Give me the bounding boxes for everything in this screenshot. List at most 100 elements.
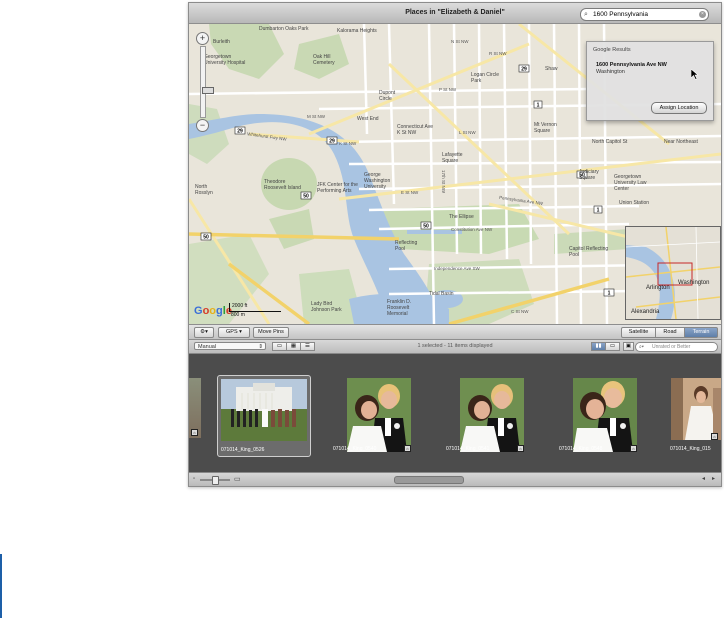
action-menu-button[interactable]: ⚙▾: [194, 327, 214, 338]
gps-label: GPS: [226, 329, 238, 335]
filmstrip-item[interactable]: 071014_King_0548 ⌂: [556, 375, 648, 455]
clear-icon[interactable]: ×: [699, 11, 706, 18]
map-label: Connecticut Ave K St NW: [397, 124, 434, 136]
map-view[interactable]: 29 29 50 50 1 50 50 29 1 1 Burleith Geor…: [189, 24, 721, 324]
zoom-large-icon: ▭: [234, 476, 241, 483]
thumbnail-size-slider[interactable]: [200, 476, 230, 485]
minimap-label: Arlington: [646, 285, 670, 291]
map-label: Union Station: [619, 200, 650, 206]
search-results-popover: Google Results 1600 Pennsylvania Ave NW …: [586, 41, 714, 121]
map-label: West End: [357, 116, 379, 122]
street-label: Independence Ave SW: [434, 266, 480, 271]
filmstrip-item[interactable]: 071014_King_015 ⌂: [667, 375, 721, 455]
zoom-slider[interactable]: [200, 46, 214, 118]
cursor-arrow-icon: [691, 69, 699, 80]
minimap-label: Alexandria: [631, 309, 660, 315]
map-label: Judiciary Square: [579, 169, 599, 181]
magnifier-icon: ⌕▾: [639, 344, 644, 350]
photo-thumbnail[interactable]: [671, 378, 721, 440]
street-label: P St NW: [439, 87, 457, 92]
result-address[interactable]: 1600 Pennsylvania Ave NW: [596, 62, 667, 68]
map-label: Mt Vernon Square: [534, 122, 557, 134]
zoom-slider-thumb[interactable]: [202, 87, 214, 94]
svg-text:50: 50: [303, 194, 309, 200]
map-toolbar: ⚙▾ GPS ▾ Move Pins Satellite Road Terrai…: [189, 324, 721, 340]
map-label: Near Northeast: [664, 139, 698, 145]
results-header: Google Results: [593, 47, 631, 53]
split-view-icon[interactable]: ▮▮: [591, 342, 606, 351]
browser-toolbar: Manual ⇕ ▭ ▦ ☰ 1 selected - 11 items disp…: [189, 340, 721, 354]
svg-text:1: 1: [597, 208, 600, 214]
map-label: Dupont Circle: [379, 90, 396, 102]
zoom-control[interactable]: + −: [196, 32, 214, 132]
svg-text:50: 50: [423, 224, 429, 230]
location-badge-icon: ⌂: [630, 445, 637, 452]
assign-location-button[interactable]: Assign Location: [651, 102, 707, 114]
photo-thumbnail[interactable]: [460, 378, 524, 452]
map-label: Lady Bird Johnson Park: [311, 301, 342, 313]
photo-name: 071014_King_0541: [446, 446, 490, 452]
slider-thumb[interactable]: [212, 476, 219, 485]
map-label: Franklin D. Roosevelt Memorial: [387, 299, 412, 317]
horizontal-scrollbar-thumb[interactable]: [394, 476, 464, 484]
map-label: Dumbarton Oaks Park: [259, 26, 309, 32]
search-input-text[interactable]: 1600 Pennsylvania: [593, 9, 648, 20]
svg-text:1: 1: [537, 103, 540, 109]
map-label: Shaw: [545, 66, 558, 72]
photo-name: 071014_King_015: [670, 446, 711, 452]
location-search-field[interactable]: ⌕ 1600 Pennsylvania ×: [580, 8, 709, 21]
map-label: Georgetown University Law Center: [614, 174, 647, 192]
scroll-right-icon[interactable]: ▸: [712, 475, 715, 482]
svg-text:29: 29: [329, 139, 335, 145]
filmstrip-item[interactable]: 071014_King_0526: [217, 375, 311, 457]
result-city[interactable]: Washington: [596, 69, 625, 75]
photo-thumbnail[interactable]: [573, 378, 637, 452]
satellite-mode-button[interactable]: Satellite: [621, 327, 656, 338]
bottom-bar: ▫ ▭ ◂ ▸: [189, 472, 721, 486]
map-label: George Washington University: [364, 172, 391, 190]
map-label: Tidal Basin: [429, 291, 454, 297]
single-view-icon[interactable]: ▭: [605, 342, 620, 351]
photo-name: 071014_King_0540: [333, 446, 377, 452]
zoom-out-button[interactable]: −: [196, 119, 209, 132]
move-pins-button[interactable]: Move Pins: [253, 327, 289, 338]
filter-placeholder: Unrated or Better: [652, 344, 691, 350]
gps-button[interactable]: GPS ▾: [218, 327, 250, 338]
location-badge-icon: ⌂: [517, 445, 524, 452]
map-label: JFK Center for the Performing Arts: [317, 182, 358, 194]
magnifier-icon: ⌕: [584, 11, 588, 18]
zoom-in-button[interactable]: +: [196, 32, 209, 45]
map-label: Lafayette Square: [442, 152, 463, 164]
scroll-left-icon[interactable]: ◂: [702, 475, 705, 482]
google-logo: Google: [194, 305, 232, 317]
street-label: N St NW: [451, 39, 469, 44]
photo-thumbnail[interactable]: [221, 379, 307, 441]
map-label: Reflecting Pool: [395, 240, 418, 252]
road-mode-button[interactable]: Road: [655, 327, 685, 338]
map-label: Oak Hill Cemetery: [313, 54, 335, 66]
svg-text:29: 29: [521, 67, 527, 73]
terrain-mode-button[interactable]: Terrain: [684, 327, 718, 338]
filter-field[interactable]: ⌕▾ Unrated or Better: [635, 342, 718, 352]
filmstrip-item[interactable]: ⌂: [189, 375, 201, 455]
svg-text:50: 50: [203, 235, 209, 241]
map-label: Logan Circle Park: [471, 72, 500, 84]
title-bar: Places in "Elizabeth & Daniel" ⌕ 1600 Pe…: [189, 3, 721, 24]
svg-text:1: 1: [608, 291, 611, 297]
overview-minimap[interactable]: Arlington Washington Alexandria: [625, 226, 721, 320]
location-badge-icon: ⌂: [191, 429, 198, 436]
street-label: 17th St NW: [441, 169, 447, 194]
filmstrip-item[interactable]: 071014_King_0540 ⌂: [330, 375, 422, 455]
photo-thumbnail[interactable]: [347, 378, 411, 452]
street-label: R St NW: [489, 51, 507, 56]
map-label: Burleith: [213, 39, 230, 45]
location-badge-icon: ⌂: [711, 433, 718, 440]
filter-hud-icon[interactable]: ▣: [623, 342, 634, 351]
scale-meters: 800 m: [231, 312, 245, 318]
filmstrip[interactable]: ⌂ 071014_King_0526 071014_King_0540 ⌂ 07…: [189, 354, 721, 472]
filmstrip-item[interactable]: 071014_King_0541 ⌂: [443, 375, 535, 455]
street-label: K St NW: [339, 141, 357, 146]
street-label: M St NW: [307, 114, 325, 119]
street-label: C St NW: [511, 309, 529, 314]
places-window: Places in "Elizabeth & Daniel" ⌕ 1600 Pe…: [188, 2, 722, 487]
